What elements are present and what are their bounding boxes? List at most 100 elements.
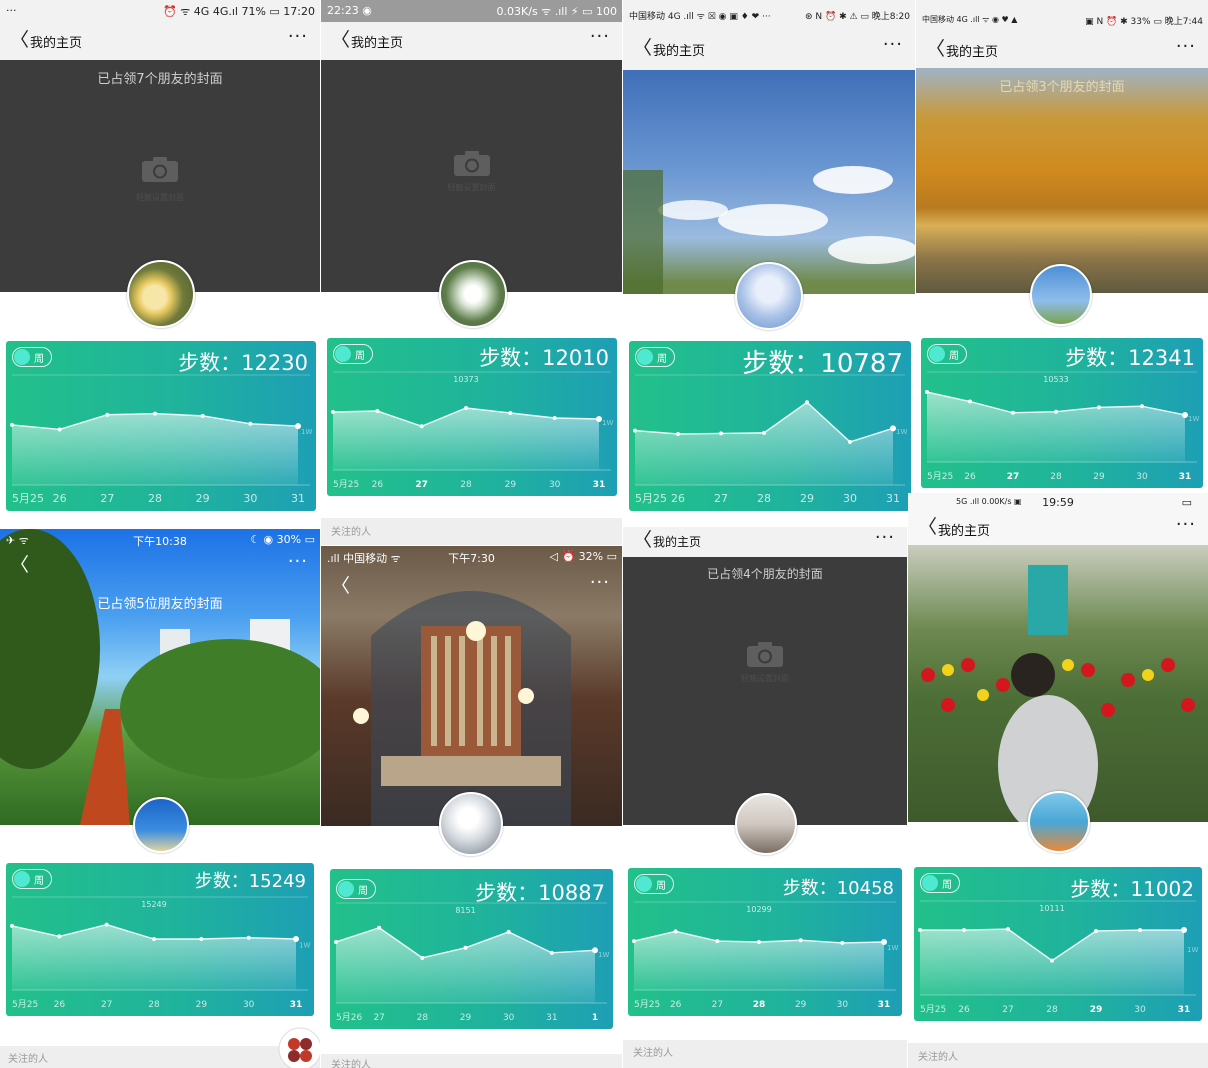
data-point [840,940,845,945]
y-scale-label: 1W [1188,415,1199,423]
data-point [334,939,338,944]
x-tick-label: 26 [53,492,67,505]
data-point [1181,927,1187,934]
more-dots-icon[interactable]: ··· [288,26,308,47]
status-bar: 22:23 ◉ 0.03K/s ᯤ .ıll ⚡ ▭ 100 [321,0,622,22]
x-tick-label: 30 [1136,472,1148,482]
cover-image[interactable]: 轻触设置封面 [321,60,622,292]
camera-icon[interactable] [141,156,179,183]
data-point [719,431,723,436]
cover-image[interactable]: 已占领7个朋友的封面 轻触设置封面 [0,60,320,292]
status-right: ⊛ N ⏰ ✱ ⚠ ▭ 晚上8:20 [805,12,910,22]
panel-6: .ıll 中国移动 ᯤ 下午7:30 ◁ ⏰ 32% ▭ 〈 ··· 周 步数：… [321,546,622,1068]
data-point [10,422,14,427]
data-point [1054,409,1058,414]
x-tick-label: 27 [1007,472,1020,482]
data-point [1011,410,1015,415]
chevron-left-icon[interactable]: 〈 [10,555,29,575]
cover-image[interactable]: 已占领4个朋友的封面 轻触设置封面 [623,557,907,825]
page-title: 我的主页 [946,45,999,60]
following-label: 关注的人 [633,1048,673,1059]
avatar[interactable] [127,260,195,328]
status-bar: 中国移动 4G .ıll ᯤ ☒ ◉ ▣ ♦ ❤ ··· ⊛ N ⏰ ✱ ⚠ ▭… [623,0,915,30]
x-tick-label: 29 [196,1000,208,1010]
camera-icon[interactable] [453,150,491,177]
chevron-left-icon[interactable]: 〈 [10,30,29,50]
peak-value-label: 10533 [1043,375,1068,384]
chevron-left-icon[interactable]: 〈 [633,530,652,550]
peak-value-label: 10299 [746,905,771,914]
status-left: 中国移动 4G .ıll ᯤ ☒ ◉ ▣ ♦ ❤ ··· [629,12,771,22]
cover-caption: 已占领3个朋友的封面 [999,80,1125,95]
data-point [246,935,251,940]
x-tick-label: 28 [148,492,162,505]
more-dots-icon[interactable]: ··· [288,551,308,572]
data-point [199,937,204,941]
data-point [508,411,513,415]
x-tick-label: 5月25 [12,999,38,1010]
x-tick-label: 26 [54,1000,66,1010]
avatar[interactable] [735,262,803,330]
chevron-left-icon[interactable]: 〈 [331,30,350,50]
chevron-left-icon[interactable]: 〈 [918,517,937,537]
x-tick-label: 28 [1046,1005,1058,1015]
data-point [57,427,62,432]
panel-8: 5G .ıll 0.00K/s ▣ 19:59 ▭ 〈 我的主页 ··· 周 步… [908,493,1208,1068]
y-scale-label: 1W [598,951,609,959]
data-point [798,938,803,943]
page-title: 我的主页 [653,535,702,549]
x-tick-label: 28 [460,480,472,490]
cover-image[interactable]: 已占领3个朋友的封面 [916,68,1208,293]
y-scale-label: 1W [299,942,310,950]
cover-image[interactable] [623,70,915,294]
status-bar: .ıll 中国移动 ᯤ 下午7:30 ◁ ⏰ 32% ▭ [321,546,622,568]
x-tick-label: 31 [886,492,900,505]
x-tick-label: 29 [800,492,814,505]
data-point [549,950,554,955]
data-point [925,390,929,395]
avatar[interactable] [439,260,507,328]
step-card: 周 步数：12341 5月25 26 27 28 29 30 31 10533 1W [921,338,1203,488]
avatar[interactable] [1030,264,1092,326]
page-title: 我的主页 [30,36,83,51]
avatar[interactable] [439,792,503,856]
status-right: ◁ ⏰ 32% ▭ [549,550,618,563]
cover-image[interactable] [908,545,1208,822]
x-tick-label: 31 [1178,1005,1191,1015]
data-point [918,928,922,933]
chevron-left-icon[interactable]: 〈 [331,576,350,596]
avatar[interactable] [133,797,189,853]
panel-1: ··· ⏰ ᯤ 4G 4G.ıl 71% ▭ 17:20 〈 我的主页 ··· … [0,0,320,528]
area-fill [635,402,893,485]
x-tick-label: 27 [1002,1005,1013,1015]
more-dots-icon[interactable]: ··· [590,572,610,593]
data-point [463,945,468,950]
more-dots-icon[interactable]: ··· [1176,36,1196,57]
x-tick-label: 5月25 [12,492,44,505]
page-title: 我的主页 [653,44,706,59]
x-tick-label: 31 [1179,472,1192,482]
x-tick-label: 26 [671,492,685,505]
step-chart: 5月25 26 27 28 29 30 31 10533 1W [925,371,1199,482]
following-label: 关注的人 [8,1054,48,1065]
x-tick-label: 5月25 [927,471,953,482]
page-title: 我的主页 [351,36,404,51]
avatar[interactable] [735,793,797,855]
more-dots-icon[interactable]: ··· [875,527,895,548]
status-right: ▭ [1181,496,1192,509]
data-point [375,409,380,413]
floating-flower-icon[interactable] [278,1027,320,1068]
camera-icon[interactable] [746,641,784,668]
status-right: ⏰ ᯤ 4G 4G.ıl 71% ▭ 17:20 [163,5,315,18]
more-dots-icon[interactable]: ··· [1176,514,1196,535]
data-point [377,925,382,930]
more-dots-icon[interactable]: ··· [883,34,903,55]
y-scale-label: 1W [301,428,312,436]
step-card: 周 步数：15249 5月25 26 27 28 29 30 31 15249 1W [6,863,314,1016]
more-dots-icon[interactable]: ··· [590,26,610,47]
x-tick-label: 5月25 [333,479,359,490]
chevron-left-icon[interactable]: 〈 [926,39,945,59]
chevron-left-icon[interactable]: 〈 [633,38,652,58]
avatar[interactable] [1028,791,1090,853]
step-card: 周 步数：10887 5月26 27 28 29 30 31 1 8151 1W [330,869,613,1029]
